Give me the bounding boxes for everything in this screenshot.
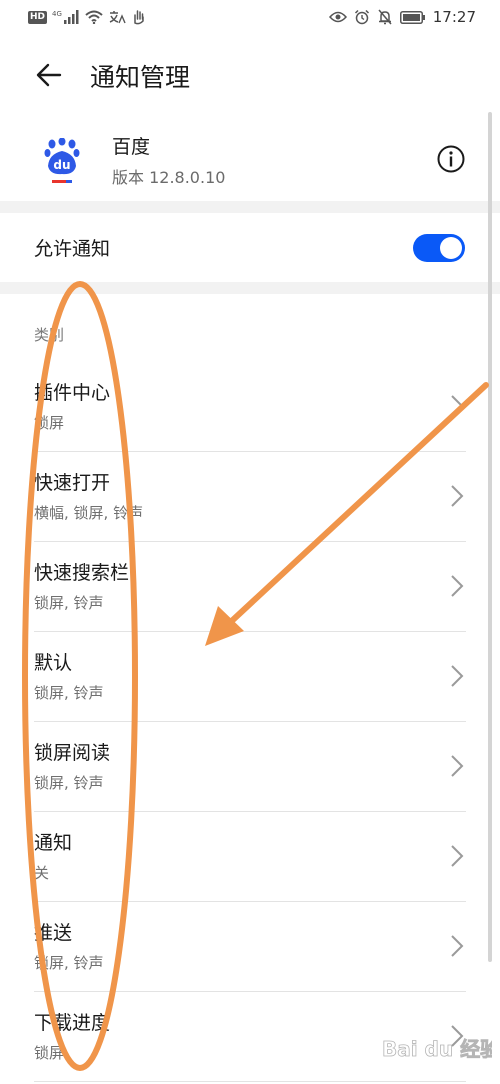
section-divider	[0, 201, 500, 213]
section-divider	[0, 282, 500, 294]
status-bar: HD 4G 17:27	[0, 0, 500, 36]
item-subtitle: 锁屏	[34, 414, 65, 432]
category-item-quick-search-bar[interactable]: 快速搜索栏 锁屏, 铃声	[0, 542, 500, 632]
item-title: 插件中心	[34, 382, 111, 404]
allow-notifications-row[interactable]: 允许通知	[0, 214, 500, 282]
alarm-icon	[354, 9, 369, 25]
category-item-notification[interactable]: 通知 关	[0, 812, 500, 902]
item-subtitle: 锁屏	[34, 1044, 65, 1062]
category-item-quick-open[interactable]: 快速打开 横幅, 锁屏, 铃声	[0, 452, 500, 542]
category-item-lockscreen-reading[interactable]: 锁屏阅读 锁屏, 铃声	[0, 722, 500, 812]
status-time: 17:27	[432, 8, 476, 26]
back-arrow-icon[interactable]	[34, 60, 64, 90]
item-subtitle: 锁屏, 铃声	[34, 774, 104, 792]
item-title: 推送	[34, 922, 73, 944]
baidu-jingyan-watermark: Bai du 经验	[380, 1032, 500, 1066]
row-divider	[34, 1081, 466, 1082]
item-title: 快速打开	[34, 472, 111, 494]
hand-icon	[134, 10, 144, 25]
item-subtitle: 锁屏, 铃声	[34, 954, 104, 972]
watermark-logo: Bai du 经验	[382, 1037, 500, 1062]
category-item-push[interactable]: 推送 锁屏, 铃声	[0, 902, 500, 992]
wifi-icon	[85, 10, 103, 24]
network-type: 4G	[52, 10, 62, 18]
category-list: 插件中心 锁屏 快速打开 横幅, 锁屏, 铃声 快速搜索栏 锁屏, 铃声 默认 …	[0, 362, 500, 1082]
category-item-default[interactable]: 默认 锁屏, 铃声	[0, 632, 500, 722]
battery-icon	[399, 10, 425, 24]
category-item-plugin-center[interactable]: 插件中心 锁屏	[0, 362, 500, 452]
category-header: 类别	[34, 326, 65, 344]
app-version: 版本 12.8.0.10	[112, 168, 226, 187]
item-subtitle: 锁屏, 铃声	[34, 594, 104, 612]
eye-icon	[328, 11, 347, 23]
page-title: 通知管理	[90, 63, 191, 92]
chevron-right-icon	[451, 485, 464, 507]
chevron-right-icon	[451, 935, 464, 957]
item-subtitle: 横幅, 锁屏, 铃声	[34, 504, 144, 522]
allow-notifications-label: 允许通知	[34, 238, 111, 260]
chevron-right-icon	[451, 665, 464, 687]
scrollbar[interactable]	[488, 112, 492, 962]
mute-bell-icon	[378, 9, 392, 25]
header: 通知管理	[0, 46, 500, 106]
signal-icon	[63, 10, 79, 24]
hd-badge: HD	[28, 10, 48, 24]
baidu-icon-text: du	[53, 158, 70, 172]
item-title: 锁屏阅读	[34, 742, 111, 764]
baidu-app-icon: du	[44, 137, 80, 184]
app-name: 百度	[112, 136, 151, 158]
toggle-knob	[440, 237, 462, 259]
chevron-right-icon	[451, 575, 464, 597]
watermark-text: Bai du 经验	[382, 1037, 492, 1061]
item-title: 默认	[34, 652, 73, 674]
allow-notifications-toggle[interactable]	[413, 234, 465, 262]
chevron-right-icon	[451, 395, 464, 417]
chevron-right-icon	[451, 755, 464, 777]
info-icon[interactable]	[436, 144, 466, 174]
baidu-paw-icon: du	[44, 137, 80, 183]
item-subtitle: 关	[34, 864, 50, 882]
chevron-right-icon	[451, 845, 464, 867]
item-subtitle: 锁屏, 铃声	[34, 684, 104, 702]
status-left: HD 4G	[28, 9, 147, 25]
status-right: 17:27	[328, 8, 476, 26]
item-title: 通知	[34, 832, 73, 854]
app-info: du 百度 版本 12.8.0.10	[0, 120, 500, 200]
translate-icon	[109, 11, 126, 24]
item-title: 下载进度	[34, 1012, 111, 1034]
item-title: 快速搜索栏	[34, 562, 130, 584]
